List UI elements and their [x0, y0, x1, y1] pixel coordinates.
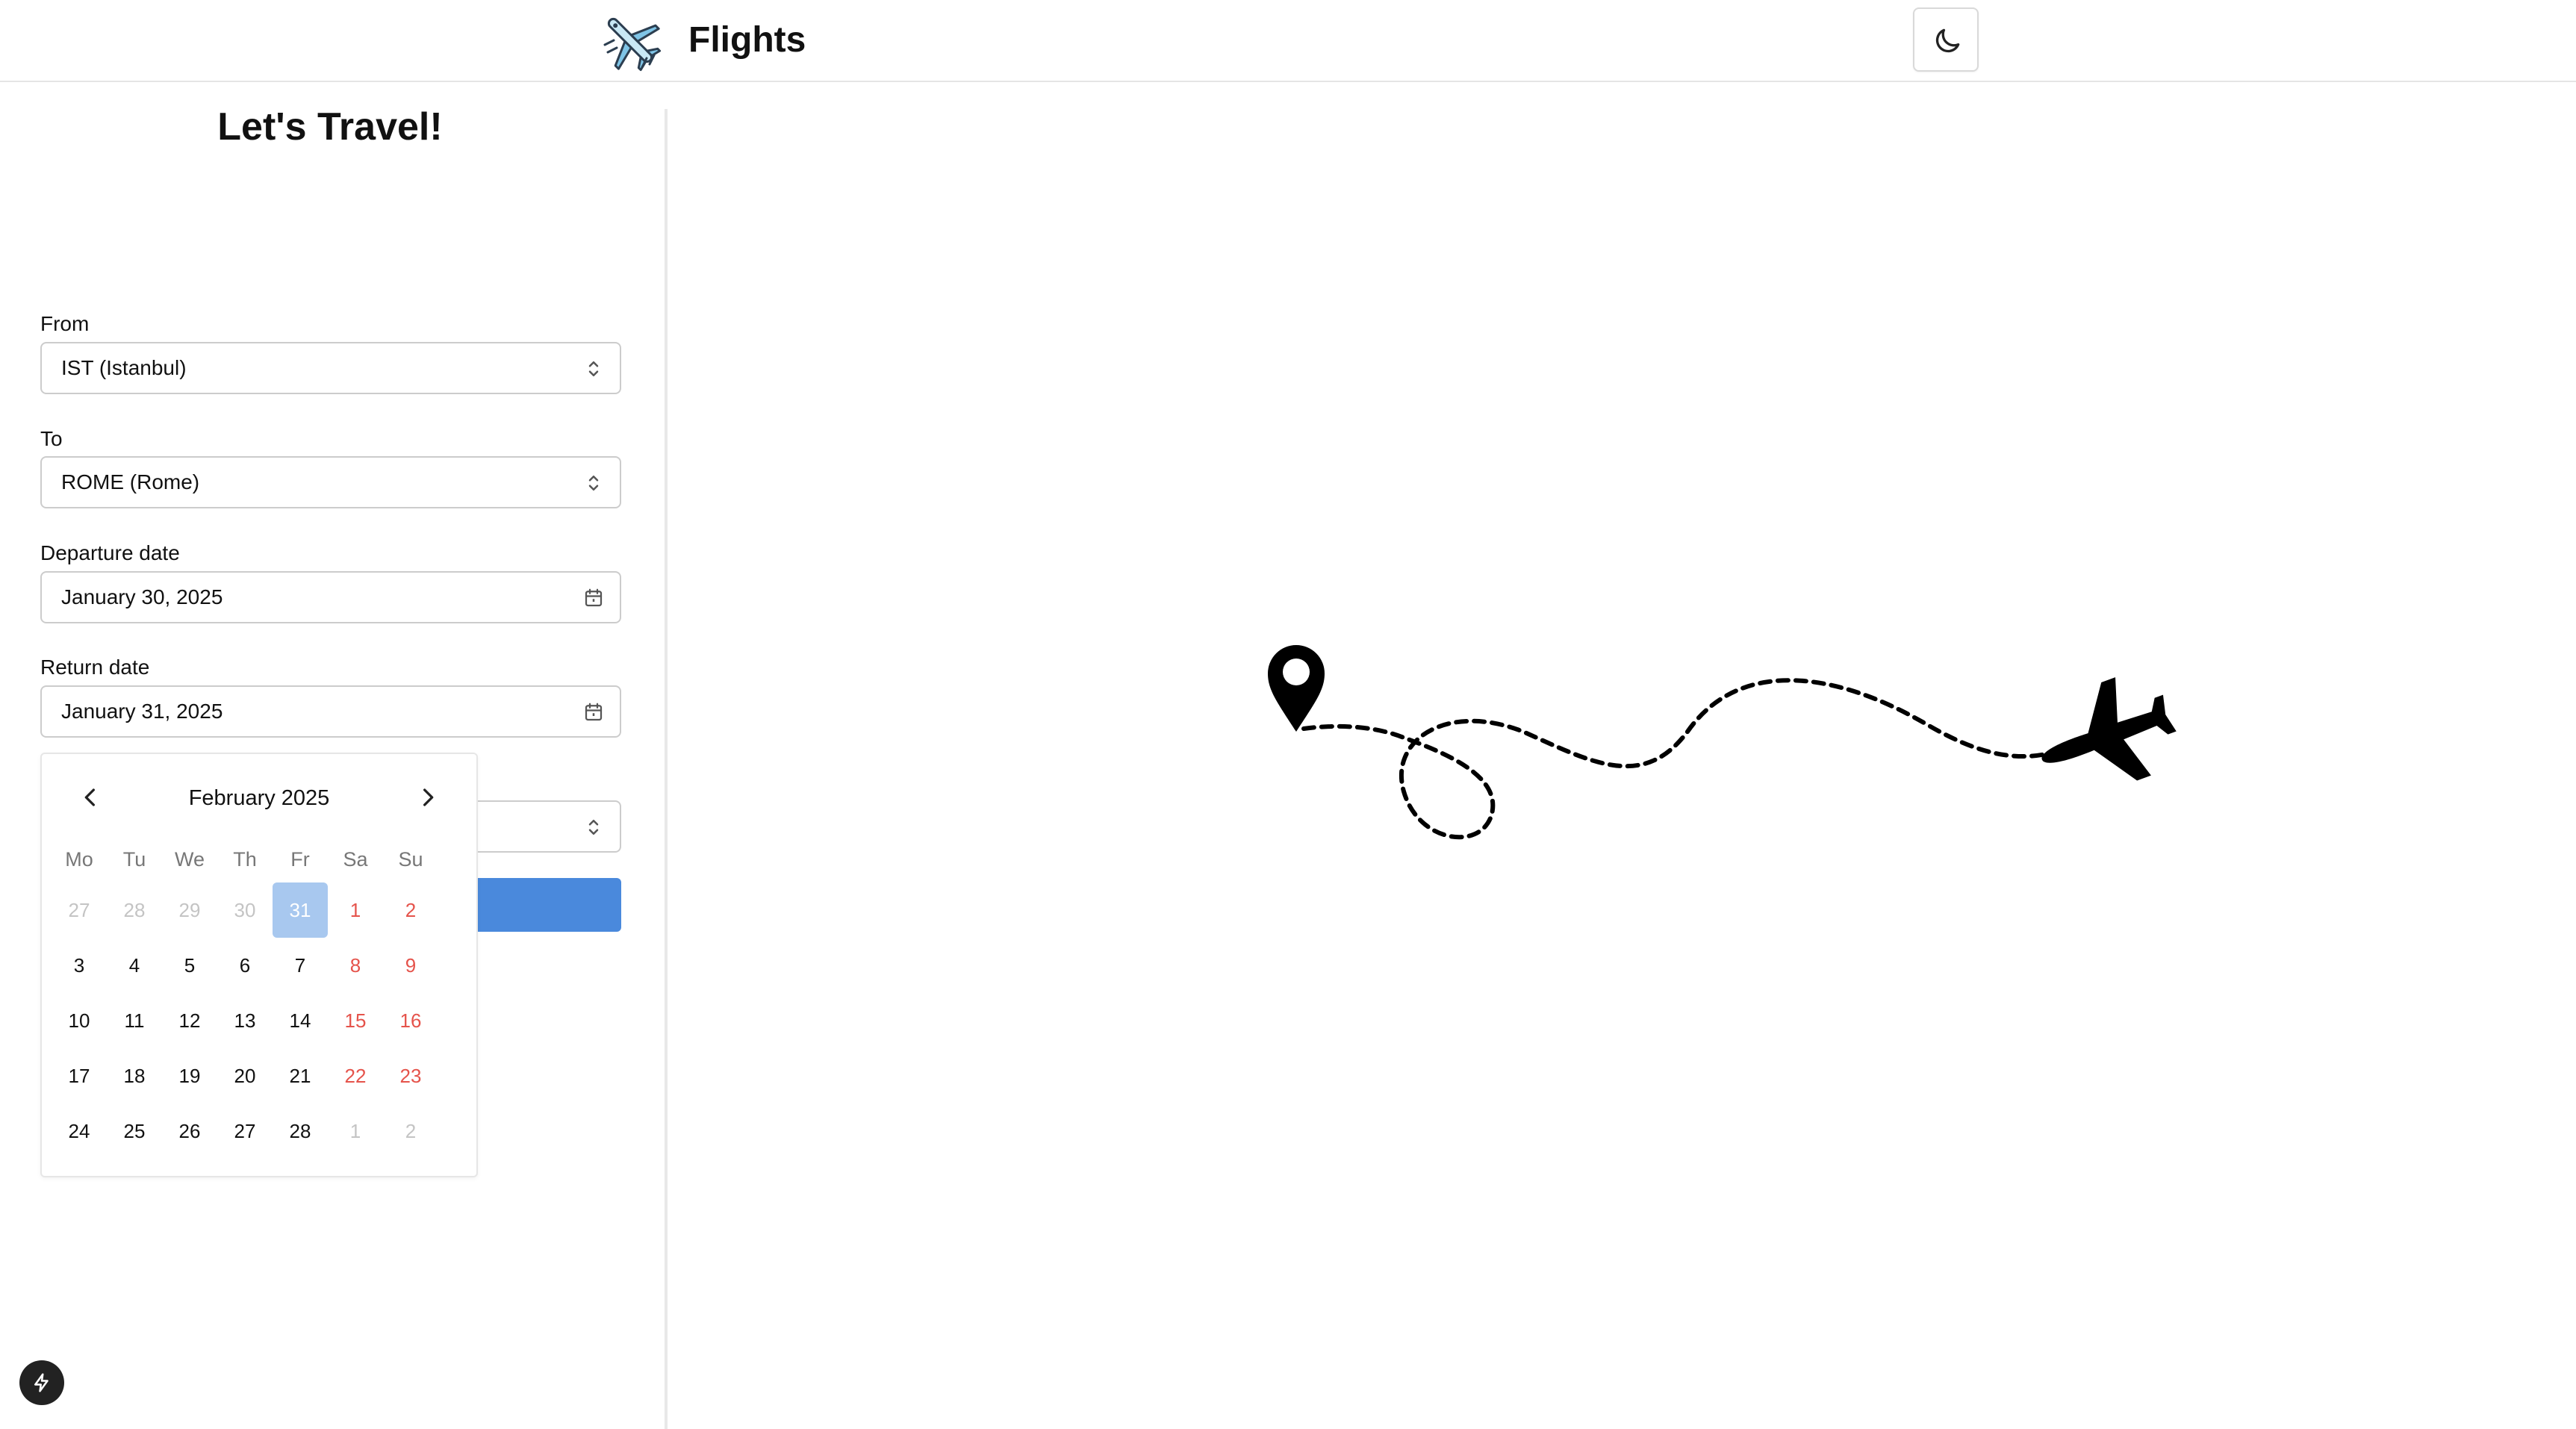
calendar-day[interactable]: 28 [273, 1103, 328, 1159]
map-pin-icon [1268, 645, 1325, 732]
calendar-day[interactable]: 11 [107, 993, 162, 1048]
theme-toggle-button[interactable] [1913, 7, 1979, 72]
calendar-day[interactable]: 17 [52, 1048, 107, 1103]
flight-route-illustration [1268, 645, 2177, 840]
calendar-day[interactable]: 30 [217, 882, 273, 938]
calendar-day[interactable]: 2 [383, 1103, 438, 1159]
calendar-day[interactable]: 16 [383, 993, 438, 1048]
flights-app: Flights Let's Travel! From IST (Istanbul… [0, 0, 2576, 1429]
weekday-label: Tu [122, 848, 146, 871]
calendar-day[interactable]: 7 [273, 938, 328, 993]
chevron-right-icon[interactable] [412, 782, 442, 812]
departure-date-input[interactable]: January 30, 2025 [40, 571, 621, 623]
calendar-day[interactable]: 15 [328, 993, 383, 1048]
weekday-label: Th [233, 848, 257, 871]
return-date-value: January 31, 2025 [61, 700, 223, 723]
to-select[interactable]: ROME (Rome) [40, 456, 621, 508]
dev-tools-button[interactable] [19, 1360, 64, 1405]
calendar-day[interactable]: 18 [107, 1048, 162, 1103]
calendar-day[interactable]: 4 [107, 938, 162, 993]
calendar-day[interactable]: 23 [383, 1048, 438, 1103]
calendar-icon[interactable] [582, 701, 605, 723]
return-date-input[interactable]: January 31, 2025 [40, 685, 621, 738]
departure-date-value: January 30, 2025 [61, 585, 223, 608]
chevron-up-down-icon [588, 820, 599, 835]
return-date-label: Return date [40, 656, 150, 679]
calendar-day[interactable]: 1 [328, 882, 383, 938]
calendar-day[interactable]: 22 [328, 1048, 383, 1103]
calendar-day[interactable]: 14 [273, 993, 328, 1048]
brand-title: Flights [688, 20, 806, 60]
calendar-day[interactable]: 29 [162, 882, 217, 938]
dashed-flight-path [1301, 678, 2048, 840]
top-header: Flights [0, 0, 2576, 82]
calendar-day[interactable]: 20 [217, 1048, 273, 1103]
date-picker-popup: February 2025 Mo Tu We Th Fr Sa Su 27 28 29 30 31 1… [40, 753, 478, 1177]
calendar-day[interactable]: 5 [162, 938, 217, 993]
to-label: To [40, 427, 63, 450]
chevron-up-down-icon [588, 476, 599, 491]
calendar-day[interactable]: 8 [328, 938, 383, 993]
calendar-month-label: February 2025 [188, 786, 330, 810]
calendar-day[interactable]: 25 [107, 1103, 162, 1159]
page-title: Let's Travel! [217, 105, 443, 149]
weekday-label: Mo [65, 848, 93, 871]
from-value: IST (Istanbul) [61, 356, 187, 379]
calendar-icon[interactable] [582, 587, 605, 609]
moon-icon [1935, 28, 1960, 53]
panel-divider [665, 109, 668, 1429]
calendar-day[interactable]: 26 [162, 1103, 217, 1159]
calendar-day[interactable]: 28 [107, 882, 162, 938]
calendar-day[interactable]: 3 [52, 938, 107, 993]
calendar-day[interactable]: 13 [217, 993, 273, 1048]
calendar-day[interactable]: 24 [52, 1103, 107, 1159]
calendar-day[interactable]: 2 [383, 882, 438, 938]
from-label: From [40, 312, 90, 335]
calendar-day[interactable]: 27 [217, 1103, 273, 1159]
from-select[interactable]: IST (Istanbul) [40, 342, 621, 394]
calendar-day[interactable]: 10 [52, 993, 107, 1048]
calendar-day[interactable]: 21 [273, 1048, 328, 1103]
lightning-icon [34, 1373, 49, 1392]
weekday-label: Fr [290, 848, 310, 871]
weekday-label: Sa [343, 848, 368, 871]
chevron-up-down-icon [588, 361, 599, 376]
airplane-emoji-icon [603, 17, 662, 72]
calendar-day[interactable]: 1 [328, 1103, 383, 1159]
calendar-day[interactable]: 19 [162, 1048, 217, 1103]
calendar-day[interactable]: 12 [162, 993, 217, 1048]
weekday-label: We [174, 848, 205, 871]
to-value: ROME (Rome) [61, 470, 200, 494]
calendar-day[interactable]: 9 [383, 938, 438, 993]
weekday-label: Su [398, 848, 423, 871]
calendar-day[interactable]: 6 [217, 938, 273, 993]
departure-date-label: Departure date [40, 541, 180, 564]
calendar-day-selected[interactable]: 31 [273, 882, 328, 938]
calendar-day[interactable]: 27 [52, 882, 107, 938]
airplane-icon [2041, 677, 2177, 781]
